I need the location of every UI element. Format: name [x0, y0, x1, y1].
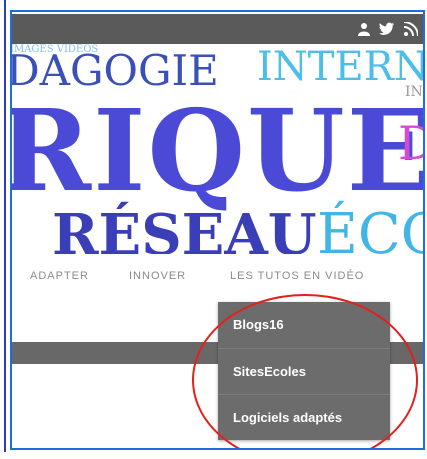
banner-word-fragment-d: D — [398, 116, 423, 170]
nav-item-tutos-video[interactable]: LES TUTOS EN VIDÉO — [230, 270, 364, 282]
submenu-item-logiciels-adaptes[interactable]: Logiciels adaptés — [218, 394, 390, 440]
left-border-line — [0, 0, 6, 452]
nav-item-adapter[interactable]: ADAPTER — [30, 270, 89, 282]
banner-word-rique: RIQUE — [12, 86, 423, 217]
banner-word-ecole: ÉCO — [317, 202, 423, 254]
banner-word-reseau: RÉSEAU — [52, 202, 317, 254]
site-frame: IMAGES VIDÉOS DAGOGIE INTERNE IN RIQUE D… — [10, 10, 425, 450]
rss-icon[interactable] — [403, 21, 419, 41]
banner-word-internet: INTERNE — [257, 44, 423, 90]
submenu-dropdown: Blogs16 SitesEcoles Logiciels adaptés — [218, 302, 390, 440]
twitter-icon[interactable] — [379, 22, 395, 41]
nav-item-innover[interactable]: INNOVER — [129, 270, 186, 282]
word-cloud-banner: IMAGES VIDÉOS DAGOGIE INTERNE IN RIQUE D… — [12, 44, 423, 254]
main-nav: ADAPTER INNOVER LES TUTOS EN VIDÉO — [12, 254, 423, 300]
user-icon[interactable] — [357, 22, 371, 41]
submenu-item-sitesecoles[interactable]: SitesEcoles — [218, 348, 390, 394]
top-bar — [12, 14, 423, 44]
submenu-item-blogs16[interactable]: Blogs16 — [218, 302, 390, 348]
